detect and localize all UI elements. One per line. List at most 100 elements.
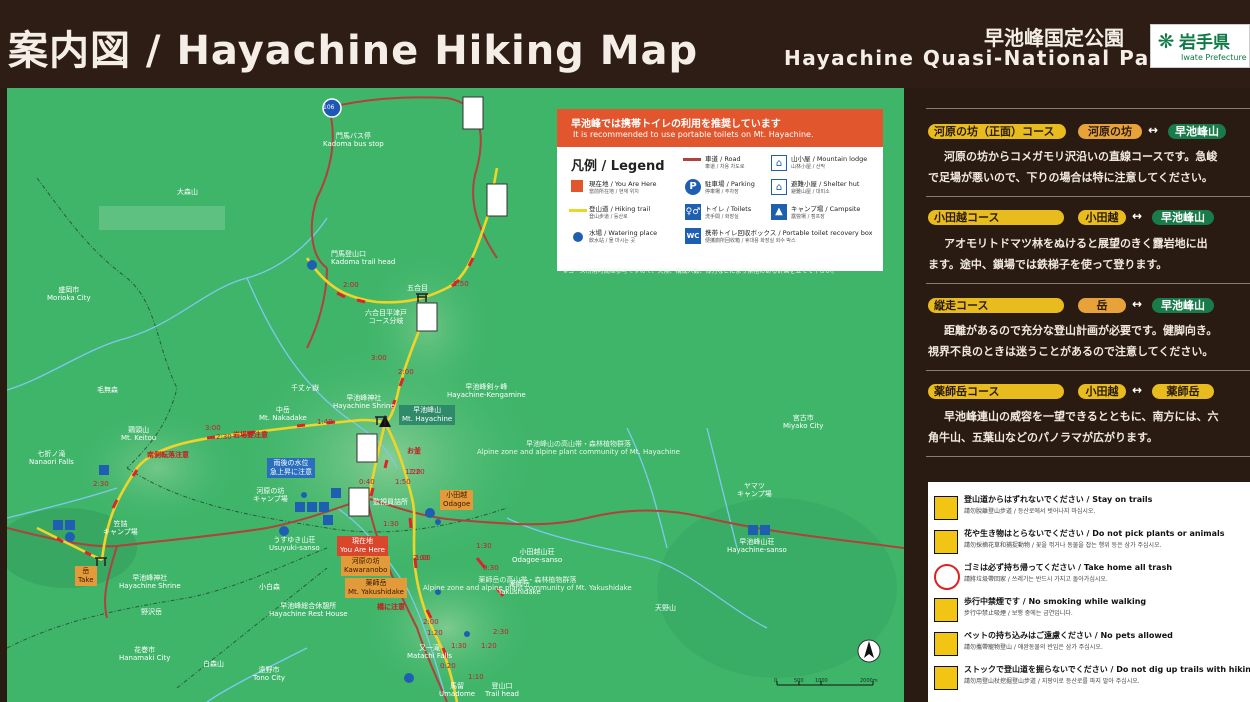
trail-time: 2:00 bbox=[413, 554, 429, 562]
park-name-en: Hayachine Quasi-National Park bbox=[784, 46, 1176, 70]
legend-item: 駐車場 / Parking 停車場 / 주차장 bbox=[705, 180, 755, 196]
course-end: 早池峰山 bbox=[1168, 124, 1226, 139]
kobiyama-label: 小白森 bbox=[259, 583, 280, 591]
legend-sub: 洗手間 / 화장실 bbox=[705, 214, 739, 220]
shiraiwa-label: 白森山 bbox=[203, 660, 224, 668]
camp-icon: ▲ bbox=[771, 204, 787, 220]
kawaranobo-label: 河原の坊 Kawaranobo bbox=[341, 556, 391, 576]
parking-icon: P bbox=[685, 179, 701, 195]
divider bbox=[926, 196, 1250, 197]
umadome-label: 馬留 Umadome bbox=[439, 682, 476, 698]
legend-sub: 山林小屋 / 산막 bbox=[791, 164, 826, 170]
prefecture-name-jp: 岩手県 bbox=[1179, 33, 1230, 53]
trail-time: 1:50 bbox=[395, 478, 411, 486]
route-number: 106 bbox=[323, 104, 335, 111]
course-start: 小田越 bbox=[1078, 210, 1126, 225]
trail-time: 2:00 bbox=[343, 281, 359, 289]
trail-time: 1:20 bbox=[481, 642, 497, 650]
both-arrow-icon: ↔ bbox=[1132, 383, 1143, 397]
course-name: 小田越コース bbox=[928, 210, 1064, 225]
rule-text: ストックで登山道を掘らないでください / Do not dig up trail… bbox=[964, 665, 1250, 674]
trail-time: 2:30 bbox=[93, 480, 109, 488]
trail-time: 1:10 bbox=[468, 673, 484, 681]
odagoe-label: 小田越 Odagoe bbox=[440, 490, 474, 510]
oomori-label: 大森山 bbox=[177, 188, 198, 196]
divider bbox=[926, 456, 1250, 457]
bridge-warning-label: 橋に注意 bbox=[377, 603, 405, 611]
trail-time: 1:20 bbox=[427, 629, 443, 637]
kawaranobo-camp-label: 河原の坊 キャンプ場 bbox=[253, 487, 288, 503]
rain-warning-label: 雨後の水位 急上昇に注意 bbox=[267, 458, 315, 478]
header: 案内図 / Hayachine Hiking Map 早池峰国定公園 Hayac… bbox=[0, 0, 1250, 88]
course-desc: 早池峰連山の威容を一望できるとともに、南方には、六 角牛山、五葉山などのパノラマが… bbox=[928, 410, 1219, 444]
kadoma-bus-label: 門馬バス停 Kadoma bus stop bbox=[323, 132, 384, 148]
course-desc: アオモリトドマツ林をぬけると展望のきく露岩地に出 ます。途中、鎖場では鉄梯子を使っ… bbox=[928, 237, 1208, 271]
legend-sub: 登山步道 / 등산로 bbox=[589, 214, 628, 220]
prefecture-emblem-icon: ❋ bbox=[1157, 29, 1175, 53]
legend-item: 登山道 / Hiking trail 登山步道 / 등산로 bbox=[589, 205, 650, 221]
red-square-icon bbox=[571, 180, 583, 192]
yellow-line-icon bbox=[569, 209, 587, 212]
alpine-zone-2-label: 薬師岳の高山帯・森林植物群落 Alpine zone and alpine pla… bbox=[423, 576, 632, 592]
kadoma-trail-label: 門馬登山口 Kadoma trail head bbox=[331, 250, 396, 266]
course-name: 薬師岳コース bbox=[928, 384, 1064, 399]
shelter-icon: ⌂ bbox=[771, 179, 787, 195]
trail-time: 2:20 bbox=[409, 468, 425, 476]
course-end: 早池峰山 bbox=[1152, 210, 1214, 225]
legend-label: 水場 / Watering place bbox=[589, 229, 658, 237]
hayachine-jinja-label: 早池峰神社 Hayachine Shrine bbox=[119, 574, 181, 590]
rule-subtext: 請勿攜帶寵物登山 / 애완동물의 반입은 삼가 주십시오. bbox=[964, 644, 1103, 651]
both-arrow-icon: ↔ bbox=[1132, 297, 1143, 311]
no-litter-icon bbox=[934, 564, 960, 590]
legend-sub: 停車場 / 주차장 bbox=[705, 189, 739, 195]
legend-header: 早池峰では携帯トイレの利用を推奨しています It is recommended … bbox=[557, 109, 883, 147]
legend-panel: 早池峰では携帯トイレの利用を推奨しています It is recommended … bbox=[557, 109, 883, 271]
rule-row: 登山道からはずれないでください / Stay on trails 請勿脫離登山步… bbox=[934, 494, 1250, 524]
kasatsuge-label: 笠詰 キャンプ場 bbox=[103, 520, 138, 536]
you-are-here-label: 現在地 You Are Here bbox=[337, 536, 388, 556]
lodge-icon: ⌂ bbox=[771, 155, 787, 171]
blue-dot-icon bbox=[573, 232, 583, 242]
shrine-label: 早池峰神社 Hayachine Shrine bbox=[333, 394, 395, 410]
summit-label: 早池峰山 Mt. Hayachine bbox=[399, 405, 456, 425]
rule-row: ペットの持ち込みはご遠慮ください / No pets allowed 請勿攜帶寵… bbox=[934, 630, 1250, 660]
course-start: 岳 bbox=[1078, 298, 1126, 313]
brown-line-icon bbox=[683, 158, 701, 161]
no-smoking-icon bbox=[934, 598, 958, 622]
legend-label: 登山道 / Hiking trail bbox=[589, 205, 651, 213]
course-start: 河原の坊 bbox=[1078, 124, 1142, 139]
kanshiin-label: 監視員詰所 bbox=[373, 498, 408, 506]
trail-time: 2:30 bbox=[493, 628, 509, 636]
legend-item: 携帯トイレ回収ボックス / Portable toilet recovery b… bbox=[705, 229, 873, 245]
legend-item: キャンプ場 / Campsite 露營場 / 캠프장 bbox=[791, 205, 860, 221]
rule-text: 歩行中禁煙です / No smoking while walking bbox=[964, 597, 1147, 606]
rokugome-label: 六合目平津戸 コース分岐 bbox=[365, 309, 407, 325]
legend-sub: 車道 / 차용 차도로 bbox=[705, 164, 745, 170]
trail-time: 0:20 bbox=[440, 662, 456, 670]
legend-label: 車道 / Road bbox=[705, 155, 741, 163]
wc-box-icon: WC bbox=[685, 228, 701, 244]
trail-time: 0:40 bbox=[359, 478, 375, 486]
legend-label: 山小屋 / Mountain lodge bbox=[791, 155, 868, 163]
course-start: 小田越 bbox=[1078, 384, 1126, 399]
morioka-label: 盛岡市 Morioka City bbox=[47, 286, 91, 302]
legend-label: 携帯トイレ回収ボックス / Portable toilet recovery b… bbox=[705, 229, 873, 237]
legend-sub: 當前所在地 / 현재 위치 bbox=[589, 189, 639, 195]
rest-house-label: 早池峰総合休憩所 Hayachine Rest House bbox=[269, 602, 348, 618]
prefecture-logo: ❋ 岩手県 Iwate Prefecture bbox=[1150, 24, 1250, 68]
trail-time: 2:00 bbox=[398, 368, 414, 376]
legend-title: 凡例 / Legend bbox=[571, 159, 665, 174]
kengamine-label: 早池峰剣ヶ峰 Hayachine-Kengamine bbox=[447, 383, 526, 399]
toilet-notice-jp: 早池峰では携帯トイレの利用を推奨しています bbox=[571, 119, 781, 130]
prefecture-name-en: Iwate Prefecture bbox=[1181, 53, 1247, 62]
legend-item: 山小屋 / Mountain lodge 山林小屋 / 산막 bbox=[791, 155, 867, 171]
divider bbox=[926, 370, 1250, 371]
trail-time: 3:00 bbox=[205, 424, 221, 432]
tenyama-label: 天野山 bbox=[655, 604, 676, 612]
hiking-map: 106 早池峰では携帯トイレの利用を推奨しています It is recommen… bbox=[7, 88, 904, 702]
trail-head-label: 登山口 Trail head bbox=[485, 682, 520, 698]
trail-time: 1:30 bbox=[476, 542, 492, 550]
rock-warning-label: 岩場要注意 bbox=[233, 431, 268, 439]
nanaori-label: 七折ノ滝 Nanaori Falls bbox=[29, 450, 74, 466]
no-pets-icon bbox=[934, 632, 958, 656]
